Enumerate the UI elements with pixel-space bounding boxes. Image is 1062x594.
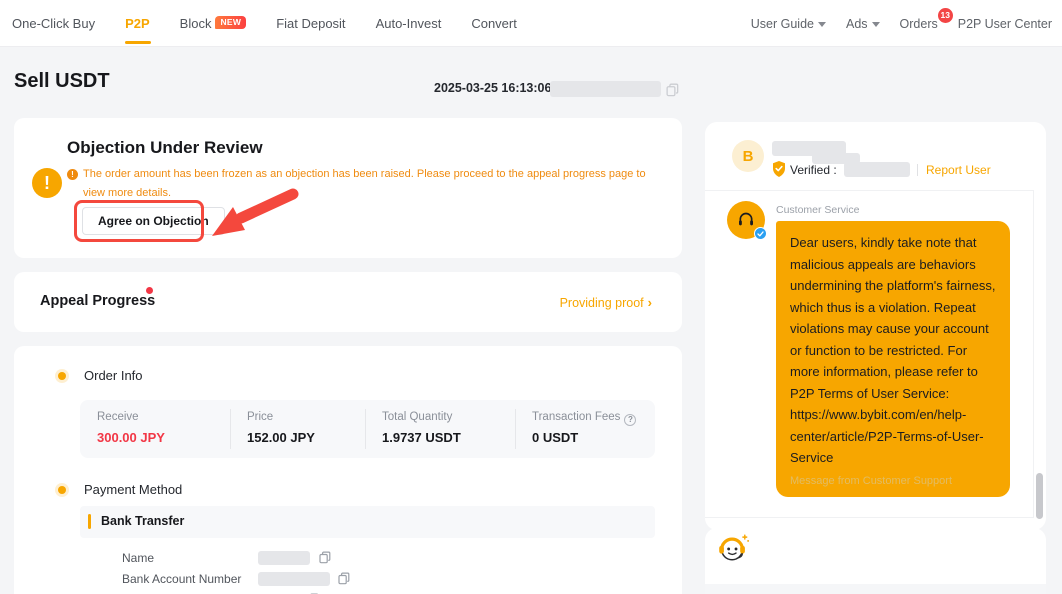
- verified-shield-icon: [772, 161, 786, 177]
- nav-block-label: Block: [180, 16, 212, 31]
- active-tab-underline: [125, 41, 151, 44]
- objection-warning: ! The order amount has been frozen as an…: [67, 165, 651, 203]
- customer-service-avatar: [727, 201, 765, 239]
- order-info-box: Receive 300.00 JPY Price 152.00 JPY Tota…: [80, 400, 655, 458]
- nav-p2p-user-center[interactable]: P2P User Center: [958, 17, 1052, 31]
- verified-check-badge: [754, 227, 767, 240]
- order-info-title: Order Info: [84, 368, 143, 383]
- nav-orders[interactable]: Orders 13: [900, 17, 938, 31]
- payment-method-title: Payment Method: [84, 482, 182, 497]
- order-timestamp: 2025-03-25 16:13:06: [434, 81, 551, 95]
- verified-label: Verified :: [790, 163, 837, 177]
- customer-service-message-bubble: Dear users, kindly take note that malici…: [776, 221, 1010, 497]
- user-guide-label: User Guide: [751, 17, 814, 31]
- redacted-order-id: [550, 81, 661, 97]
- p2p-order-page: One-Click Buy P2P BlockNEW Fiat Deposit …: [0, 0, 1062, 594]
- agree-on-objection-button[interactable]: Agree on Objection: [82, 207, 225, 235]
- warning-icon: !: [67, 169, 78, 180]
- customer-service-label: Customer Service: [776, 204, 859, 216]
- copy-icon[interactable]: [338, 572, 350, 585]
- nav-p2p[interactable]: P2P: [125, 16, 150, 31]
- appeal-progress-title: Appeal Progress: [40, 293, 155, 309]
- copy-icon[interactable]: [319, 551, 331, 564]
- objection-warning-text: The order amount has been frozen as an o…: [83, 168, 646, 199]
- report-user-link[interactable]: Report User: [926, 163, 991, 177]
- chevron-down-icon: [818, 22, 826, 27]
- nav-p2p-label: P2P: [125, 16, 150, 31]
- nav-block[interactable]: BlockNEW: [180, 16, 247, 31]
- section-bullet: [58, 372, 66, 380]
- payment-method-bar: Bank Transfer: [80, 506, 655, 538]
- chat-message-area[interactable]: Customer Service Dear users, kindly take…: [705, 190, 1034, 518]
- transaction-fees-value: 0 USDT: [532, 430, 578, 445]
- total-quantity-label: Total Quantity: [382, 411, 452, 423]
- transaction-fees-text: Transaction Fees: [532, 411, 620, 423]
- nav-convert[interactable]: Convert: [471, 16, 517, 31]
- ads-label: Ads: [846, 17, 868, 31]
- notification-dot: [146, 287, 153, 294]
- appeal-progress-card: Appeal Progress Providing proof ›: [14, 272, 682, 332]
- alert-exclamation-icon: !: [32, 168, 62, 198]
- column-divider: [515, 409, 516, 449]
- objection-card: ! Objection Under Review ! The order amo…: [14, 118, 682, 258]
- chevron-right-icon: ›: [648, 295, 652, 310]
- redacted-verified-name: [844, 162, 910, 177]
- bank-transfer-label: Bank Transfer: [101, 514, 184, 528]
- price-value: 152.00 JPY: [247, 430, 315, 445]
- column-divider: [230, 409, 231, 449]
- section-bullet: [58, 486, 66, 494]
- objection-title: Objection Under Review: [67, 138, 263, 158]
- help-icon[interactable]: ?: [624, 414, 636, 426]
- top-nav: One-Click Buy P2P BlockNEW Fiat Deposit …: [0, 0, 1062, 47]
- nav-user-guide[interactable]: User Guide: [751, 17, 826, 31]
- nav-one-click-buy[interactable]: One-Click Buy: [12, 16, 95, 31]
- chat-panel: B Verified : Report User Customer Servic…: [705, 122, 1046, 530]
- copy-icon[interactable]: [666, 83, 679, 97]
- message-footer: Message from Customer Support: [790, 475, 996, 487]
- order-details-card: Order Info Receive 300.00 JPY Price 152.…: [14, 346, 682, 594]
- column-divider: [365, 409, 366, 449]
- name-label: Name: [122, 551, 154, 565]
- providing-proof-link[interactable]: Providing proof ›: [560, 295, 652, 310]
- headset-icon: [736, 210, 756, 230]
- redacted-name: [258, 551, 310, 565]
- receive-label: Receive: [97, 411, 139, 423]
- chat-input-strip[interactable]: [705, 584, 1046, 594]
- nav-left: One-Click Buy P2P BlockNEW Fiat Deposit …: [12, 0, 517, 47]
- bank-account-number-label: Bank Account Number: [122, 572, 241, 586]
- divider: [917, 164, 918, 176]
- nav-ads[interactable]: Ads: [846, 17, 880, 31]
- nav-fiat-deposit[interactable]: Fiat Deposit: [276, 16, 345, 31]
- chat-scrollbar[interactable]: [1036, 473, 1043, 519]
- providing-proof-label: Providing proof: [560, 296, 644, 310]
- price-label: Price: [247, 411, 273, 423]
- support-mascot-icon[interactable]: [716, 531, 750, 565]
- chevron-down-icon: [872, 22, 880, 27]
- transaction-fees-label: Transaction Fees?: [532, 411, 636, 426]
- orders-label: Orders: [900, 17, 938, 31]
- nav-right: User Guide Ads Orders 13 P2P User Center: [751, 0, 1052, 47]
- orders-count-badge: 13: [938, 8, 953, 23]
- receive-value: 300.00 JPY: [97, 430, 165, 445]
- message-text: Dear users, kindly take note that malici…: [790, 232, 996, 469]
- total-quantity-value: 1.9737 USDT: [382, 430, 461, 445]
- chat-input-card: [705, 528, 1046, 594]
- redacted-account-number: [258, 572, 330, 586]
- page-title: Sell USDT: [14, 70, 110, 93]
- counterparty-avatar: B: [732, 140, 764, 172]
- nav-auto-invest[interactable]: Auto-Invest: [376, 16, 442, 31]
- new-badge: NEW: [215, 16, 246, 29]
- accent-tick: [88, 514, 91, 529]
